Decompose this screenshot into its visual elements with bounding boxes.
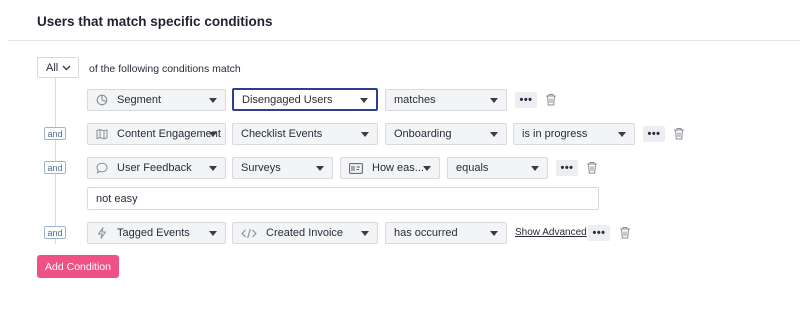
pie-chart-icon (96, 94, 108, 106)
caret-down-icon (490, 132, 498, 137)
condition-type-value: Tagged Events (117, 227, 190, 239)
caret-down-icon (531, 166, 539, 171)
condition-type-value: Segment (117, 94, 162, 106)
content-item-select[interactable]: Onboarding (385, 123, 507, 145)
trash-icon[interactable] (586, 161, 598, 174)
survey-question-value: How eas... (372, 162, 424, 174)
feedback-source-select[interactable]: Surveys (232, 157, 333, 179)
feedback-source-value: Surveys (241, 162, 281, 174)
map-icon (96, 128, 108, 140)
more-options-button[interactable]: ••• (588, 225, 610, 241)
lightning-icon (96, 227, 108, 239)
segment-select[interactable]: Disengaged Users (232, 88, 378, 111)
content-item-value: Onboarding (394, 128, 452, 140)
caret-down-icon (209, 231, 217, 236)
operator-value: equals (456, 162, 489, 174)
condition-type-value: Content Engagement (117, 128, 221, 140)
condition-type-select[interactable]: Tagged Events (87, 222, 226, 244)
condition-type-value: User Feedback (117, 162, 192, 174)
operator-select[interactable]: has occurred (385, 222, 507, 244)
caret-down-icon (209, 98, 217, 103)
caret-down-icon (361, 132, 369, 137)
caret-down-icon (316, 166, 324, 171)
and-connector-tag: and (44, 226, 66, 239)
caret-down-icon (490, 231, 498, 236)
survey-question-icon (349, 162, 363, 174)
caret-down-icon (423, 166, 431, 171)
code-icon (241, 227, 257, 239)
content-type-select[interactable]: Checklist Events (232, 123, 378, 145)
trash-icon[interactable] (619, 226, 631, 239)
trash-icon[interactable] (545, 93, 557, 106)
operator-value: matches (394, 94, 436, 106)
caret-down-icon (209, 132, 217, 137)
caret-down-icon (209, 166, 217, 171)
condition-type-select[interactable]: User Feedback (87, 157, 226, 179)
speech-bubble-icon (96, 162, 108, 174)
header-divider (8, 40, 800, 41)
survey-question-select[interactable]: How eas... (340, 157, 440, 179)
caret-down-icon (361, 231, 369, 236)
caret-down-icon (360, 97, 368, 103)
event-value: Created Invoice (266, 227, 344, 239)
match-mode-suffix: of the following conditions match (89, 63, 241, 75)
condition-type-select[interactable]: Segment (87, 89, 226, 111)
more-options-button[interactable]: ••• (556, 160, 578, 176)
answer-input-value: not easy (96, 192, 138, 205)
and-connector-tag: and (44, 127, 66, 140)
show-advanced-link[interactable]: Show Advanced (515, 227, 587, 238)
more-options-button[interactable]: ••• (643, 126, 665, 142)
caret-down-icon (490, 98, 498, 103)
operator-value: is in progress (522, 128, 588, 140)
operator-select[interactable]: is in progress (513, 123, 635, 145)
answer-input[interactable]: not easy (87, 187, 599, 210)
page-title: Users that match specific conditions (37, 14, 273, 29)
operator-select[interactable]: equals (447, 157, 548, 179)
and-connector-tag: and (44, 161, 66, 174)
operator-select[interactable]: matches (385, 89, 507, 111)
condition-type-select[interactable]: Content Engagement (87, 123, 226, 145)
match-mode-select[interactable]: All (37, 57, 79, 78)
operator-value: has occurred (394, 227, 458, 239)
content-type-value: Checklist Events (241, 128, 323, 140)
match-mode-value: All (46, 61, 59, 74)
add-condition-button[interactable]: Add Condition (37, 255, 119, 278)
chevron-down-icon (62, 65, 71, 71)
segment-value: Disengaged Users (242, 93, 333, 106)
caret-down-icon (618, 132, 626, 137)
more-options-button[interactable]: ••• (515, 92, 537, 108)
trash-icon[interactable] (673, 127, 685, 140)
event-select[interactable]: Created Invoice (232, 222, 378, 244)
